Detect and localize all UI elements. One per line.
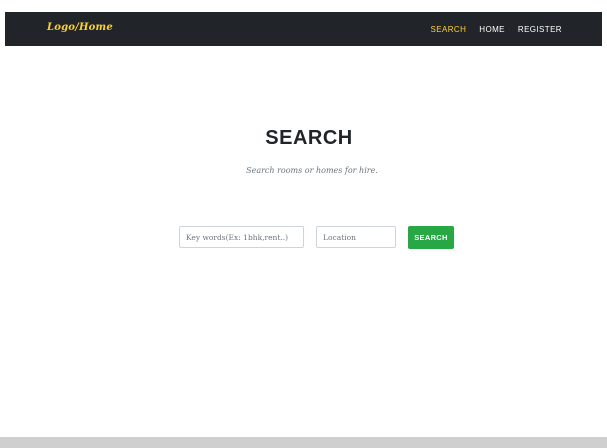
location-input[interactable] — [316, 226, 396, 248]
footer-bar — [0, 437, 607, 448]
page: Logo/Home SEARCH HOME REGISTER SEARCH Se… — [0, 0, 607, 448]
nav-link-home[interactable]: HOME — [479, 25, 505, 34]
keywords-input[interactable] — [179, 226, 304, 248]
page-title: SEARCH — [265, 127, 353, 149]
search-button[interactable]: SEARCH — [408, 226, 454, 249]
page-subtitle: Search rooms or homes for hire. — [246, 166, 378, 175]
nav-links: SEARCH HOME REGISTER — [431, 12, 562, 46]
nav-link-search[interactable]: SEARCH — [431, 25, 467, 34]
logo-home-link[interactable]: Logo/Home — [47, 22, 113, 33]
nav-link-register[interactable]: REGISTER — [518, 25, 562, 34]
top-navbar: Logo/Home SEARCH HOME REGISTER — [5, 12, 602, 46]
